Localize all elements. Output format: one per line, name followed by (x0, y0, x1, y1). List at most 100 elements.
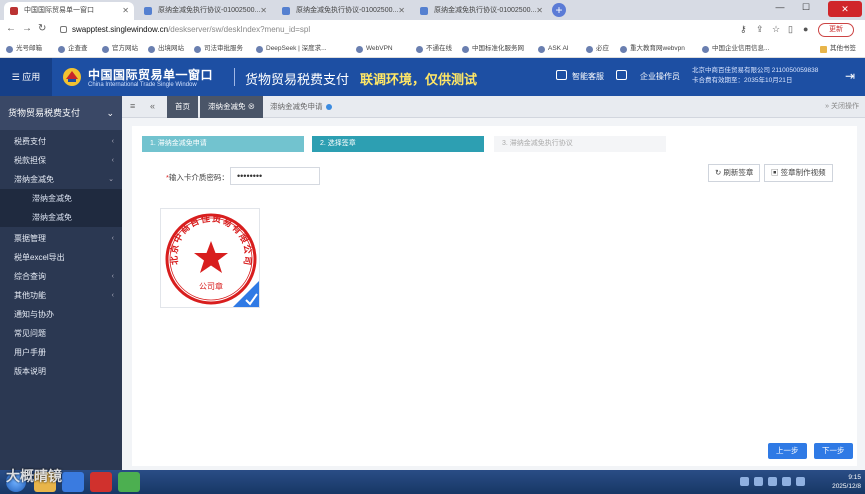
double-chevron-left-icon[interactable]: « (150, 101, 155, 111)
browser-tab-2[interactable]: 原纳金减免执行协议-01002500... ✕ (138, 2, 272, 20)
tab-label: 原纳金减免执行协议-01002500... (296, 7, 399, 14)
selected-check-icon (233, 281, 259, 307)
ie-browser-icon[interactable] (62, 472, 84, 492)
page-tabstrip: ≡ « 首页 滞纳金减免 ⊗ 滞纳金减免申请 » 关闭操作 (122, 96, 865, 118)
close-tab-icon[interactable]: ✕ (122, 2, 129, 20)
close-tab-icon[interactable]: ✕ (536, 2, 543, 20)
back-arrow-icon[interactable]: ← (6, 23, 16, 34)
chrome-browser-icon[interactable] (118, 472, 140, 492)
sidebar-item-manual[interactable]: 用户手册 (0, 343, 122, 362)
bookmark-label: 不通在线 (426, 45, 452, 52)
prev-step-button[interactable]: 上一步 (768, 443, 807, 459)
operator-role[interactable]: 企业操作员 (640, 71, 680, 82)
mail-icon[interactable] (616, 70, 627, 80)
new-tab-button[interactable]: + (552, 3, 566, 17)
chat-service-icon[interactable] (556, 70, 567, 80)
sidebar-item-tax-guarantee[interactable]: 税款担保 ‹ (0, 151, 122, 170)
sidebar-item-other[interactable]: 其他功能 ‹ (0, 286, 122, 305)
content-panel: 1. 滞纳金减免申请 2. 选择签章 3. 滞纳金减免执行协议 *输入卡介质密码… (132, 126, 857, 466)
sidebar-item-faq[interactable]: 常见问题 (0, 324, 122, 343)
sidebar-subitem-2[interactable]: 滞纳金减免 (0, 208, 122, 227)
sidebar-item-late-fee-reduction[interactable]: 滞纳金减免 ⌄ (0, 170, 122, 189)
card-validity: 卡合费有效期至：2035年10月21日 (692, 77, 793, 84)
tray-network-icon[interactable] (740, 477, 749, 486)
tab-close-others[interactable]: » 关闭操作 (825, 101, 859, 111)
key-icon[interactable]: ⚷ (740, 24, 747, 35)
refresh-seal-button[interactable]: ↻ 刷新签章 (708, 164, 761, 182)
seal-video-button[interactable]: ▣ 签章制作视频 (764, 164, 833, 182)
bookmark-item[interactable]: 司法审批服务 (194, 43, 243, 55)
sidebar-item-label: 版本说明 (14, 367, 46, 376)
windows-taskbar: 9:15 2025/12/8 (0, 470, 865, 494)
sidebar-item-receipts[interactable]: 票据管理 ‹ (0, 229, 122, 248)
bookmark-star-icon[interactable]: ☆ (772, 24, 780, 35)
tray-volume-icon[interactable] (754, 477, 763, 486)
sidebar-item-query[interactable]: 综合查询 ‹ (0, 267, 122, 286)
bookmark-item[interactable]: 重大教育网webvpn (620, 43, 685, 55)
seal-option[interactable]: 北京中商百佳贸易有限公司 公司章 (160, 208, 260, 308)
bookmark-item[interactable]: 不通在线 (416, 43, 452, 55)
reload-icon[interactable]: ↻ (38, 23, 46, 34)
sidebar-item-label: 滞纳金减免 (32, 194, 72, 203)
test-environment-note: 联调环境，仅供测试 (360, 72, 478, 87)
bookmark-item[interactable]: 出境网站 (148, 43, 184, 55)
brand-subtitle: China International Trade Single Window (88, 82, 197, 88)
bookmark-label: 重大教育网webvpn (630, 45, 685, 52)
close-tab-icon[interactable]: ✕ (260, 2, 267, 20)
tab-label: 滞纳金减免 (208, 102, 246, 111)
smart-service-link[interactable]: 智能客服 (572, 71, 604, 82)
minimize-button[interactable]: — (772, 2, 788, 12)
sidebar-item-notices[interactable]: 通知与协办 (0, 305, 122, 324)
media-app-icon[interactable] (90, 472, 112, 492)
lock-icon (60, 26, 67, 33)
bookmark-item[interactable]: 中国标准化服务网 (462, 43, 524, 55)
close-tab-icon[interactable]: ⊗ (248, 102, 256, 111)
tray-ime-icon[interactable] (768, 477, 777, 486)
bookmark-folder[interactable]: 其他书签 (820, 43, 856, 55)
tray-security-icon[interactable] (782, 477, 791, 486)
update-button[interactable]: 更新 (818, 23, 854, 37)
bookmark-item[interactable]: 光号邮箱 (6, 43, 42, 55)
bookmark-item[interactable]: ASK AI (538, 43, 569, 55)
bookmark-item[interactable]: WebVPN (356, 43, 393, 55)
tab-late-fee-apply[interactable]: 滞纳金减免申请 (262, 96, 340, 118)
bookmark-icon (702, 46, 709, 53)
tab-home[interactable]: 首页 (167, 96, 198, 118)
url-field[interactable]: swapptest.singlewindow.cn/deskserver/sw/… (60, 23, 700, 37)
sidebar-subitem-1[interactable]: 滞纳金减免 (0, 189, 122, 208)
bookmark-item[interactable]: 官方网站 (102, 43, 138, 55)
close-window-button[interactable]: ✕ (828, 1, 862, 17)
profile-icon[interactable]: ● (803, 24, 808, 34)
browser-tab-4[interactable]: 原纳金减免执行协议-01002500... ✕ (414, 2, 548, 20)
bookmark-item[interactable]: 必应 (586, 43, 609, 55)
sidebar-item-version[interactable]: 版本说明 (0, 362, 122, 381)
browser-tab-1[interactable]: 中国国际贸易单一窗口 ✕ (4, 2, 134, 20)
bookmark-item[interactable]: DeepSeek | 深度求... (256, 43, 327, 55)
chevron-left-icon: ‹ (111, 273, 114, 280)
logout-icon[interactable]: ⇥ (845, 69, 855, 83)
tray-flag-icon[interactable] (796, 477, 805, 486)
next-step-button[interactable]: 下一步 (814, 443, 853, 459)
card-password-input[interactable] (230, 167, 320, 185)
bookmarks-bar: 光号邮箱 企查查 官方网站 出境网站 司法审批服务 DeepSeek | 深度求… (0, 40, 865, 58)
sidebar-item-excel-export[interactable]: 税单excel导出 (0, 248, 122, 267)
header-divider (234, 68, 235, 86)
taskbar-clock[interactable]: 9:15 2025/12/8 (832, 473, 861, 491)
bookmark-icon (148, 46, 155, 53)
sidebar-item-tax-payment[interactable]: 税费支付 ‹ (0, 132, 122, 151)
bookmark-item[interactable]: 中国企业信用信息... (702, 43, 769, 55)
sidebar-title[interactable]: 货物贸易税费支付 ⌄ (0, 96, 122, 130)
chevron-left-icon: ‹ (111, 138, 114, 145)
maximize-button[interactable]: ☐ (798, 2, 814, 13)
browser-tab-3[interactable]: 原纳金减免执行协议-01002500... ✕ (276, 2, 410, 20)
share-icon[interactable]: ⇪ (756, 24, 764, 35)
close-tab-icon[interactable]: ✕ (398, 2, 405, 20)
bookmark-label: 光号邮箱 (16, 45, 42, 52)
sidepanel-icon[interactable]: ▯ (788, 24, 793, 35)
active-dot-icon (325, 104, 332, 111)
tab-late-fee[interactable]: 滞纳金减免 ⊗ (200, 96, 264, 118)
bookmark-item[interactable]: 企查查 (58, 43, 88, 55)
app-menu-button[interactable]: ☰ 应用 (0, 58, 52, 96)
forward-arrow-icon[interactable]: → (22, 23, 32, 34)
hamburger-icon[interactable]: ≡ (130, 101, 135, 111)
